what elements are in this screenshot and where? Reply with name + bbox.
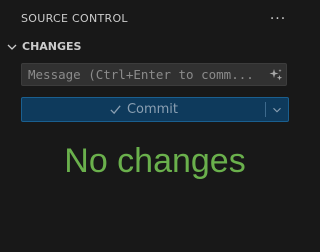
more-actions-button[interactable]: ··· <box>266 9 290 29</box>
commit-button[interactable]: Commit <box>22 98 265 121</box>
ellipsis-icon: ··· <box>269 11 287 27</box>
empty-state-message: No changes <box>64 142 246 180</box>
source-control-panel: SOURCE CONTROL ··· CHANGES Commit <box>0 0 301 252</box>
panel-header: SOURCE CONTROL ··· <box>0 0 301 36</box>
commit-options-button[interactable] <box>266 98 288 121</box>
commit-label: Commit <box>126 102 179 117</box>
panel-title: SOURCE CONTROL <box>21 12 128 25</box>
commit-message-input[interactable] <box>28 64 264 85</box>
section-title: CHANGES <box>22 40 82 53</box>
check-icon <box>110 105 121 115</box>
chevron-down-icon <box>7 44 17 50</box>
sparkle-icon[interactable] <box>268 67 284 83</box>
chevron-down-icon <box>273 107 281 113</box>
commit-message-box <box>21 63 287 86</box>
commit-button-group: Commit <box>21 97 289 122</box>
changes-section-header[interactable]: CHANGES <box>0 37 301 57</box>
